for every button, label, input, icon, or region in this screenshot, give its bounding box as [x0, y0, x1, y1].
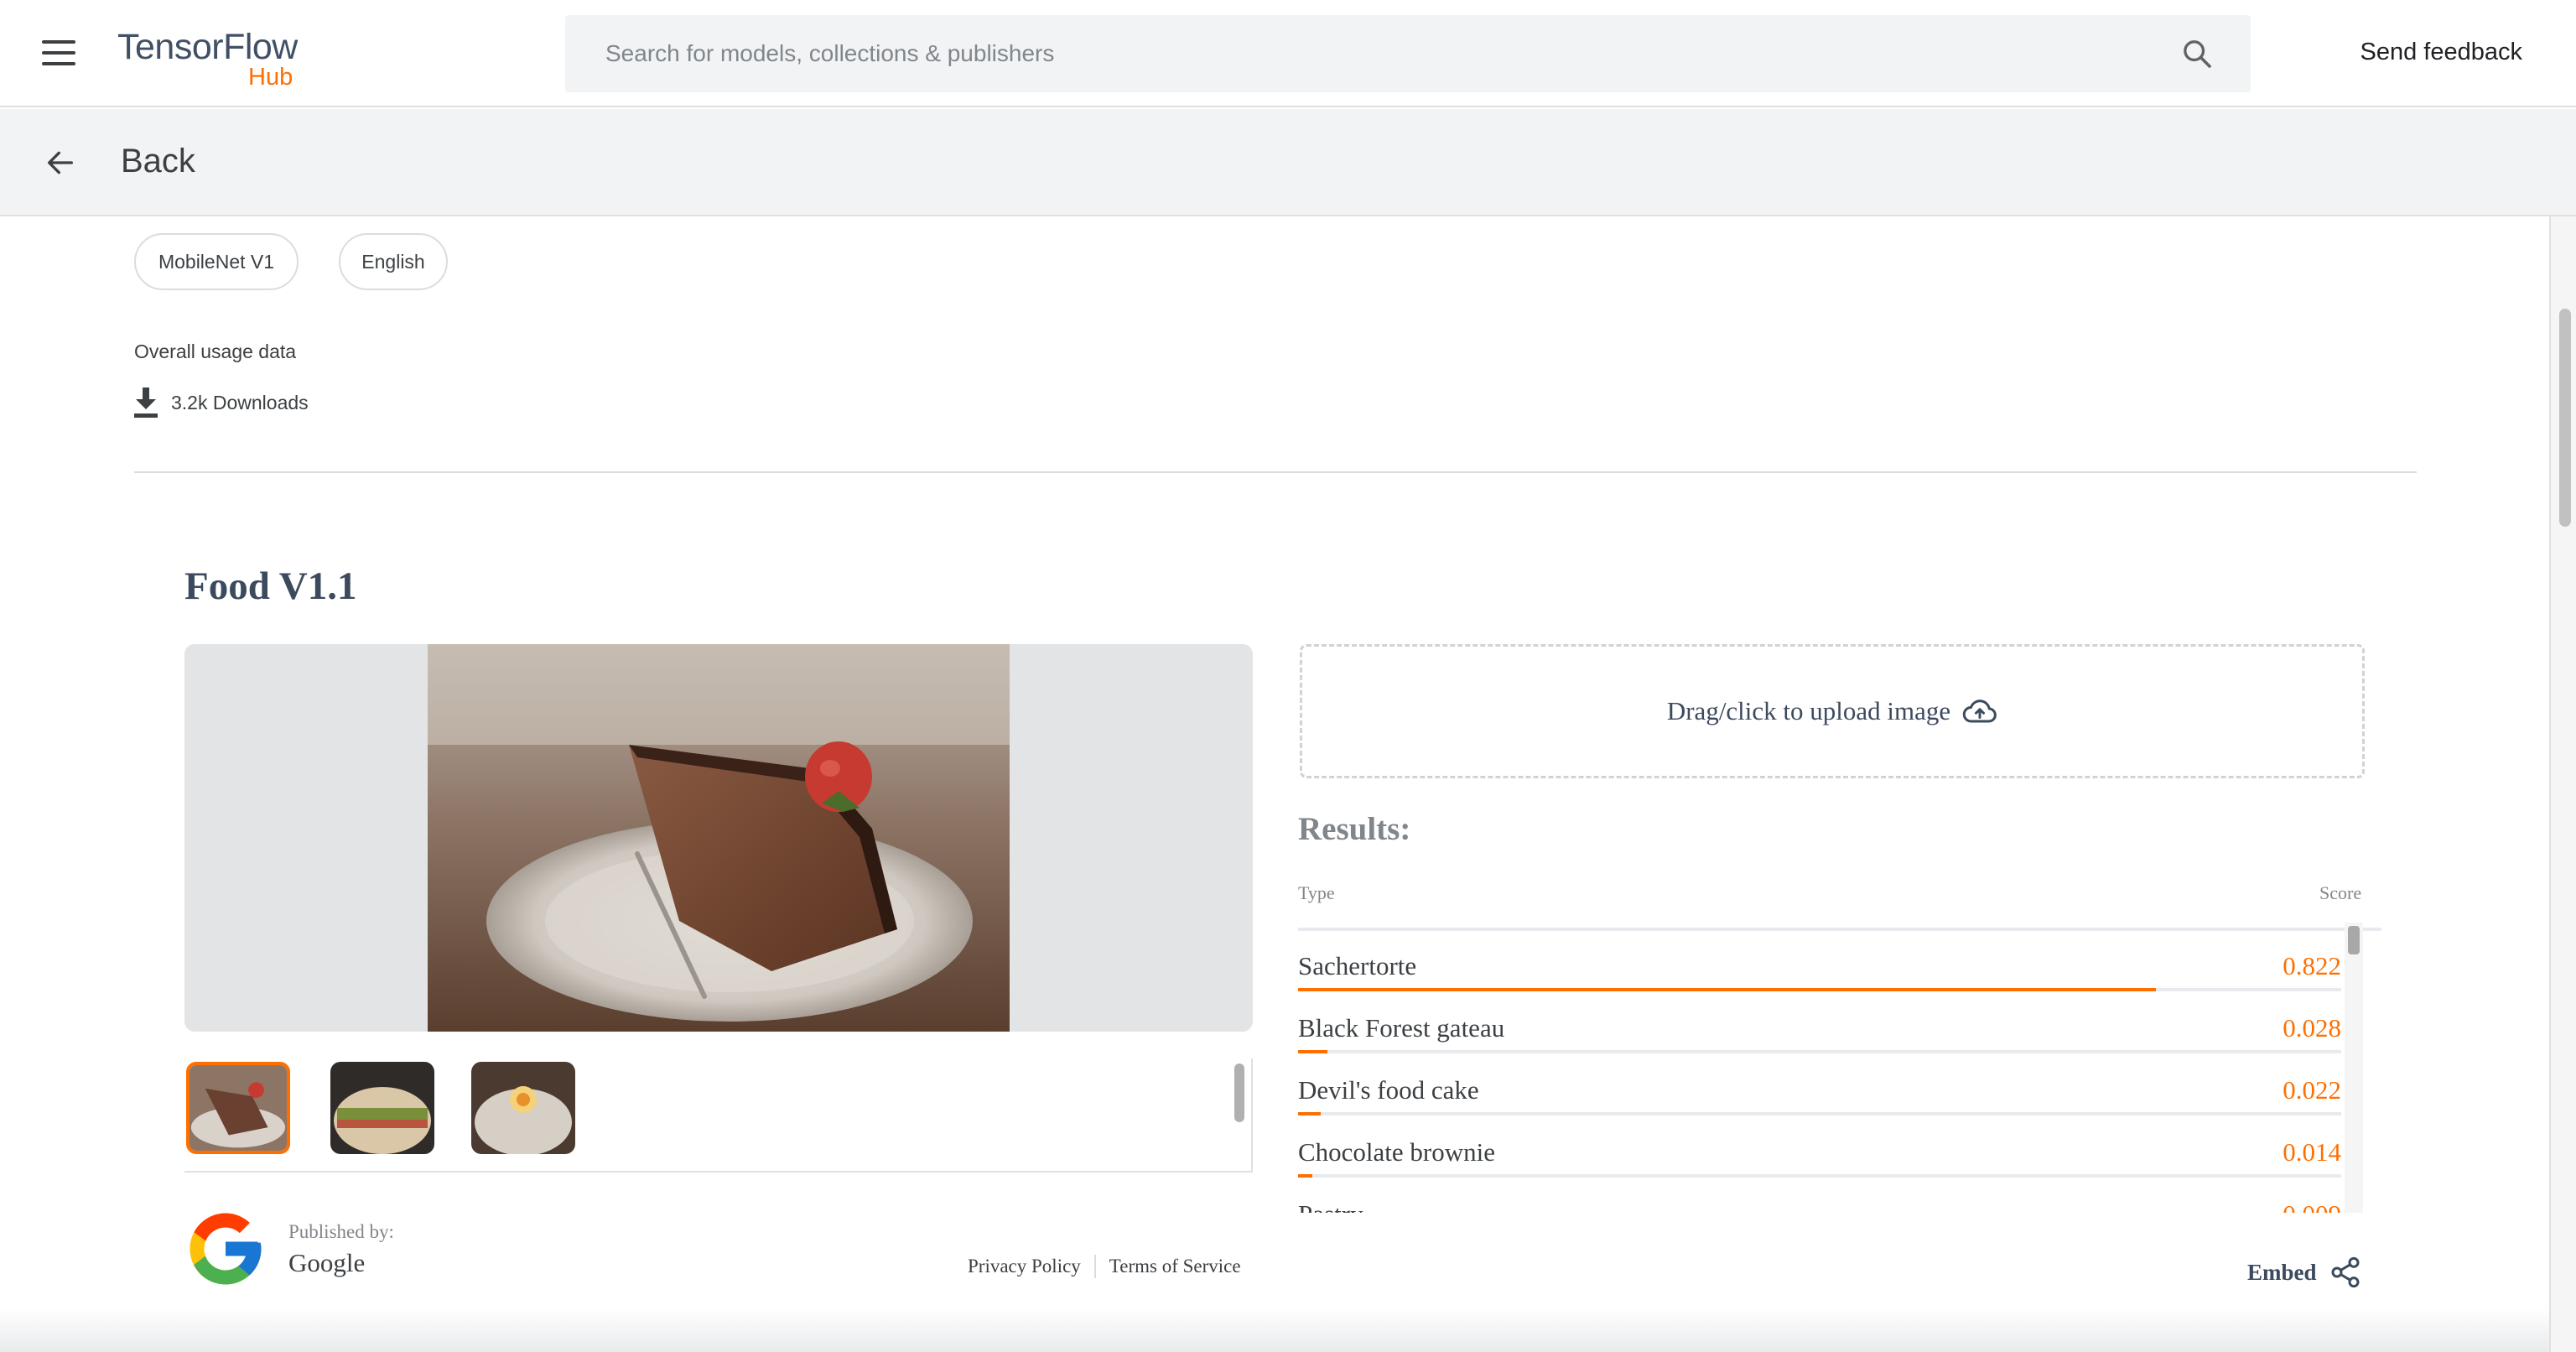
bottom-shade — [0, 1308, 2549, 1352]
privacy-policy-link[interactable]: Privacy Policy — [968, 1256, 1081, 1277]
example-thumbnails — [184, 1058, 1253, 1173]
result-score: 0.022 — [2283, 1075, 2341, 1105]
search-input[interactable] — [605, 37, 2115, 70]
tensorflow-hub-logo[interactable]: TensorFlow Hub — [117, 27, 298, 91]
result-row: Devil's food cake 0.022 — [1298, 1055, 2341, 1117]
result-name: Chocolate brownie — [1298, 1137, 1496, 1167]
result-name: Pastry — [1298, 1199, 1363, 1213]
search-bar — [565, 15, 2251, 92]
result-name: Sachertorte — [1298, 951, 1417, 980]
search-icon[interactable] — [2180, 37, 2214, 70]
share-icon — [2331, 1256, 2360, 1288]
preview-image-panel — [184, 644, 1253, 1032]
usage-title: Overall usage data — [134, 341, 297, 362]
google-logo — [190, 1213, 262, 1285]
result-score-bar-track — [1298, 1050, 2341, 1053]
tag-chip-architecture[interactable]: MobileNet V1 — [134, 233, 299, 290]
thumbnail-sandwich[interactable] — [330, 1062, 434, 1154]
result-score-bar-fill — [1298, 988, 2156, 991]
send-feedback-button[interactable]: Send feedback — [2360, 39, 2522, 66]
result-name: Devil's food cake — [1298, 1075, 1479, 1105]
result-name: Black Forest gateau — [1298, 1013, 1505, 1043]
result-row: Chocolate brownie 0.014 — [1298, 1117, 2341, 1179]
results-list: Sachertorte 0.822 Black Forest gateau 0.028… — [1298, 931, 2348, 1213]
published-by-label: Published by: — [288, 1221, 394, 1242]
cloud-upload-icon — [1962, 699, 1997, 723]
result-row: Sachertorte 0.822 — [1298, 931, 2341, 993]
thumbnail-ramen[interactable] — [471, 1062, 575, 1154]
cake-photo — [428, 644, 1010, 1032]
logo-sub-text: Hub — [248, 64, 293, 91]
demo-title: Food V1.1 — [184, 564, 357, 608]
results-scrollbar-thumb[interactable] — [2348, 926, 2360, 954]
footer-links: Privacy Policy Terms of Service — [968, 1255, 1241, 1278]
thumbnail-cake[interactable] — [186, 1062, 290, 1154]
publisher-name-link[interactable]: Google — [288, 1248, 365, 1278]
terms-of-service-link[interactable]: Terms of Service — [1109, 1256, 1241, 1277]
result-score: 0.014 — [2283, 1137, 2341, 1167]
result-score: 0.822 — [2283, 951, 2341, 980]
upload-dropzone[interactable]: Drag/click to upload image — [1300, 644, 2365, 778]
top-header: TensorFlow Hub Send feedback — [0, 0, 2576, 107]
results-title: Results: — [1298, 811, 1411, 847]
thumbnail-scrollbar[interactable] — [1234, 1063, 1244, 1122]
downloads-count: 3.2k Downloads — [171, 391, 309, 413]
logo-main-text: TensorFlow — [117, 27, 298, 67]
back-button[interactable]: Back — [121, 143, 195, 180]
result-score-bar-track — [1298, 1112, 2341, 1115]
results-score-header: Score — [2319, 882, 2362, 903]
page-scrollbar-thumb[interactable] — [2559, 309, 2571, 527]
tag-chip-language[interactable]: English — [339, 233, 448, 290]
result-score-bar-fill — [1298, 1112, 1321, 1115]
footer-separator — [1093, 1255, 1096, 1278]
result-score: 0.028 — [2283, 1013, 2341, 1043]
menu-icon[interactable] — [42, 40, 79, 69]
result-score-bar-fill — [1298, 1174, 1312, 1178]
section-divider — [134, 471, 2417, 473]
result-score-bar-fill — [1298, 1050, 1327, 1053]
results-scrollbar[interactable] — [2345, 923, 2363, 1213]
back-bar: Back — [0, 109, 2576, 216]
result-score: 0.009 — [2283, 1199, 2341, 1213]
result-row: Pastry 0.009 — [1298, 1179, 2341, 1213]
embed-label: Embed — [2247, 1259, 2317, 1285]
back-arrow-icon[interactable] — [44, 146, 77, 179]
result-score-bar-track — [1298, 1174, 2341, 1178]
download-icon — [134, 387, 158, 418]
downloads-stat: 3.2k Downloads — [134, 387, 309, 418]
embed-button[interactable]: Embed — [2247, 1255, 2362, 1290]
results-type-header: Type — [1298, 882, 1335, 903]
result-row: Black Forest gateau 0.028 — [1298, 993, 2341, 1055]
result-score-bar-track — [1298, 988, 2341, 991]
page-scrollbar[interactable] — [2549, 216, 2576, 1352]
upload-label: Drag/click to upload image — [1666, 696, 1951, 725]
